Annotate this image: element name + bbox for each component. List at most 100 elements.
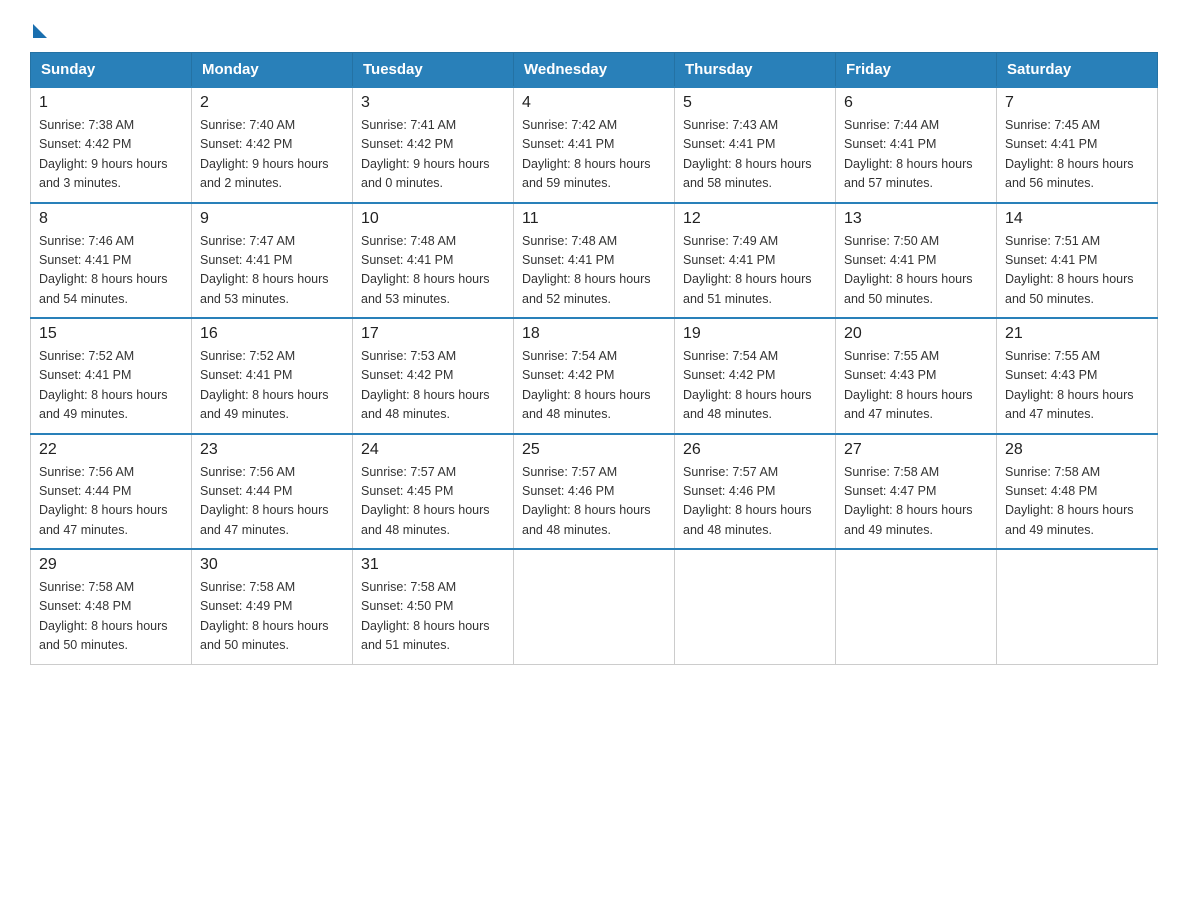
- day-info: Sunrise: 7:41 AMSunset: 4:42 PMDaylight:…: [361, 118, 490, 190]
- day-info: Sunrise: 7:42 AMSunset: 4:41 PMDaylight:…: [522, 118, 651, 190]
- day-number: 3: [361, 94, 505, 112]
- day-number: 14: [1005, 210, 1149, 228]
- day-info: Sunrise: 7:51 AMSunset: 4:41 PMDaylight:…: [1005, 234, 1134, 306]
- day-number: 4: [522, 94, 666, 112]
- day-number: 25: [522, 441, 666, 459]
- day-number: 13: [844, 210, 988, 228]
- calendar-week-row: 15 Sunrise: 7:52 AMSunset: 4:41 PMDaylig…: [31, 318, 1158, 434]
- weekday-header-friday: Friday: [836, 53, 997, 88]
- day-info: Sunrise: 7:45 AMSunset: 4:41 PMDaylight:…: [1005, 118, 1134, 190]
- calendar-cell: [514, 549, 675, 664]
- calendar-cell: 20 Sunrise: 7:55 AMSunset: 4:43 PMDaylig…: [836, 318, 997, 434]
- calendar-cell: 17 Sunrise: 7:53 AMSunset: 4:42 PMDaylig…: [353, 318, 514, 434]
- day-number: 18: [522, 325, 666, 343]
- calendar-cell: 27 Sunrise: 7:58 AMSunset: 4:47 PMDaylig…: [836, 434, 997, 550]
- calendar-cell: 18 Sunrise: 7:54 AMSunset: 4:42 PMDaylig…: [514, 318, 675, 434]
- day-number: 16: [200, 325, 344, 343]
- calendar-cell: 5 Sunrise: 7:43 AMSunset: 4:41 PMDayligh…: [675, 87, 836, 203]
- calendar-cell: 16 Sunrise: 7:52 AMSunset: 4:41 PMDaylig…: [192, 318, 353, 434]
- day-number: 24: [361, 441, 505, 459]
- logo: [30, 20, 47, 34]
- calendar-cell: 14 Sunrise: 7:51 AMSunset: 4:41 PMDaylig…: [997, 203, 1158, 319]
- day-number: 11: [522, 210, 666, 228]
- day-info: Sunrise: 7:54 AMSunset: 4:42 PMDaylight:…: [683, 349, 812, 421]
- calendar-cell: 28 Sunrise: 7:58 AMSunset: 4:48 PMDaylig…: [997, 434, 1158, 550]
- day-info: Sunrise: 7:38 AMSunset: 4:42 PMDaylight:…: [39, 118, 168, 190]
- day-number: 2: [200, 94, 344, 112]
- calendar-cell: 8 Sunrise: 7:46 AMSunset: 4:41 PMDayligh…: [31, 203, 192, 319]
- calendar-cell: 24 Sunrise: 7:57 AMSunset: 4:45 PMDaylig…: [353, 434, 514, 550]
- calendar-cell: 26 Sunrise: 7:57 AMSunset: 4:46 PMDaylig…: [675, 434, 836, 550]
- calendar-table: SundayMondayTuesdayWednesdayThursdayFrid…: [30, 52, 1158, 665]
- calendar-cell: 6 Sunrise: 7:44 AMSunset: 4:41 PMDayligh…: [836, 87, 997, 203]
- calendar-cell: 22 Sunrise: 7:56 AMSunset: 4:44 PMDaylig…: [31, 434, 192, 550]
- calendar-cell: 25 Sunrise: 7:57 AMSunset: 4:46 PMDaylig…: [514, 434, 675, 550]
- day-number: 30: [200, 556, 344, 574]
- day-number: 7: [1005, 94, 1149, 112]
- day-number: 27: [844, 441, 988, 459]
- day-number: 1: [39, 94, 183, 112]
- day-info: Sunrise: 7:48 AMSunset: 4:41 PMDaylight:…: [522, 234, 651, 306]
- day-info: Sunrise: 7:46 AMSunset: 4:41 PMDaylight:…: [39, 234, 168, 306]
- weekday-header-wednesday: Wednesday: [514, 53, 675, 88]
- day-info: Sunrise: 7:53 AMSunset: 4:42 PMDaylight:…: [361, 349, 490, 421]
- day-info: Sunrise: 7:56 AMSunset: 4:44 PMDaylight:…: [200, 465, 329, 537]
- day-info: Sunrise: 7:48 AMSunset: 4:41 PMDaylight:…: [361, 234, 490, 306]
- day-info: Sunrise: 7:56 AMSunset: 4:44 PMDaylight:…: [39, 465, 168, 537]
- day-number: 8: [39, 210, 183, 228]
- weekday-header-thursday: Thursday: [675, 53, 836, 88]
- day-number: 26: [683, 441, 827, 459]
- day-info: Sunrise: 7:58 AMSunset: 4:48 PMDaylight:…: [1005, 465, 1134, 537]
- day-info: Sunrise: 7:54 AMSunset: 4:42 PMDaylight:…: [522, 349, 651, 421]
- calendar-header-row: SundayMondayTuesdayWednesdayThursdayFrid…: [31, 53, 1158, 88]
- day-number: 22: [39, 441, 183, 459]
- calendar-week-row: 29 Sunrise: 7:58 AMSunset: 4:48 PMDaylig…: [31, 549, 1158, 664]
- day-info: Sunrise: 7:52 AMSunset: 4:41 PMDaylight:…: [200, 349, 329, 421]
- day-number: 23: [200, 441, 344, 459]
- calendar-cell: 15 Sunrise: 7:52 AMSunset: 4:41 PMDaylig…: [31, 318, 192, 434]
- weekday-header-saturday: Saturday: [997, 53, 1158, 88]
- calendar-cell: 29 Sunrise: 7:58 AMSunset: 4:48 PMDaylig…: [31, 549, 192, 664]
- day-info: Sunrise: 7:52 AMSunset: 4:41 PMDaylight:…: [39, 349, 168, 421]
- calendar-cell: 1 Sunrise: 7:38 AMSunset: 4:42 PMDayligh…: [31, 87, 192, 203]
- calendar-cell: 13 Sunrise: 7:50 AMSunset: 4:41 PMDaylig…: [836, 203, 997, 319]
- day-info: Sunrise: 7:57 AMSunset: 4:46 PMDaylight:…: [522, 465, 651, 537]
- calendar-cell: 11 Sunrise: 7:48 AMSunset: 4:41 PMDaylig…: [514, 203, 675, 319]
- day-info: Sunrise: 7:57 AMSunset: 4:46 PMDaylight:…: [683, 465, 812, 537]
- day-info: Sunrise: 7:44 AMSunset: 4:41 PMDaylight:…: [844, 118, 973, 190]
- calendar-cell: 31 Sunrise: 7:58 AMSunset: 4:50 PMDaylig…: [353, 549, 514, 664]
- calendar-cell: 9 Sunrise: 7:47 AMSunset: 4:41 PMDayligh…: [192, 203, 353, 319]
- day-info: Sunrise: 7:49 AMSunset: 4:41 PMDaylight:…: [683, 234, 812, 306]
- day-info: Sunrise: 7:55 AMSunset: 4:43 PMDaylight:…: [844, 349, 973, 421]
- day-number: 6: [844, 94, 988, 112]
- page-header: [30, 20, 1158, 34]
- day-info: Sunrise: 7:43 AMSunset: 4:41 PMDaylight:…: [683, 118, 812, 190]
- day-number: 17: [361, 325, 505, 343]
- calendar-cell: 19 Sunrise: 7:54 AMSunset: 4:42 PMDaylig…: [675, 318, 836, 434]
- day-info: Sunrise: 7:57 AMSunset: 4:45 PMDaylight:…: [361, 465, 490, 537]
- calendar-cell: 10 Sunrise: 7:48 AMSunset: 4:41 PMDaylig…: [353, 203, 514, 319]
- day-info: Sunrise: 7:55 AMSunset: 4:43 PMDaylight:…: [1005, 349, 1134, 421]
- day-info: Sunrise: 7:58 AMSunset: 4:48 PMDaylight:…: [39, 580, 168, 652]
- day-info: Sunrise: 7:58 AMSunset: 4:49 PMDaylight:…: [200, 580, 329, 652]
- calendar-cell: 23 Sunrise: 7:56 AMSunset: 4:44 PMDaylig…: [192, 434, 353, 550]
- calendar-week-row: 8 Sunrise: 7:46 AMSunset: 4:41 PMDayligh…: [31, 203, 1158, 319]
- weekday-header-sunday: Sunday: [31, 53, 192, 88]
- day-info: Sunrise: 7:40 AMSunset: 4:42 PMDaylight:…: [200, 118, 329, 190]
- day-info: Sunrise: 7:58 AMSunset: 4:50 PMDaylight:…: [361, 580, 490, 652]
- day-number: 29: [39, 556, 183, 574]
- calendar-cell: [997, 549, 1158, 664]
- calendar-cell: [675, 549, 836, 664]
- day-number: 10: [361, 210, 505, 228]
- day-number: 20: [844, 325, 988, 343]
- day-number: 19: [683, 325, 827, 343]
- day-info: Sunrise: 7:50 AMSunset: 4:41 PMDaylight:…: [844, 234, 973, 306]
- day-number: 5: [683, 94, 827, 112]
- calendar-week-row: 22 Sunrise: 7:56 AMSunset: 4:44 PMDaylig…: [31, 434, 1158, 550]
- calendar-week-row: 1 Sunrise: 7:38 AMSunset: 4:42 PMDayligh…: [31, 87, 1158, 203]
- day-number: 12: [683, 210, 827, 228]
- calendar-cell: 30 Sunrise: 7:58 AMSunset: 4:49 PMDaylig…: [192, 549, 353, 664]
- day-number: 21: [1005, 325, 1149, 343]
- day-number: 28: [1005, 441, 1149, 459]
- logo-arrow-icon: [33, 24, 47, 38]
